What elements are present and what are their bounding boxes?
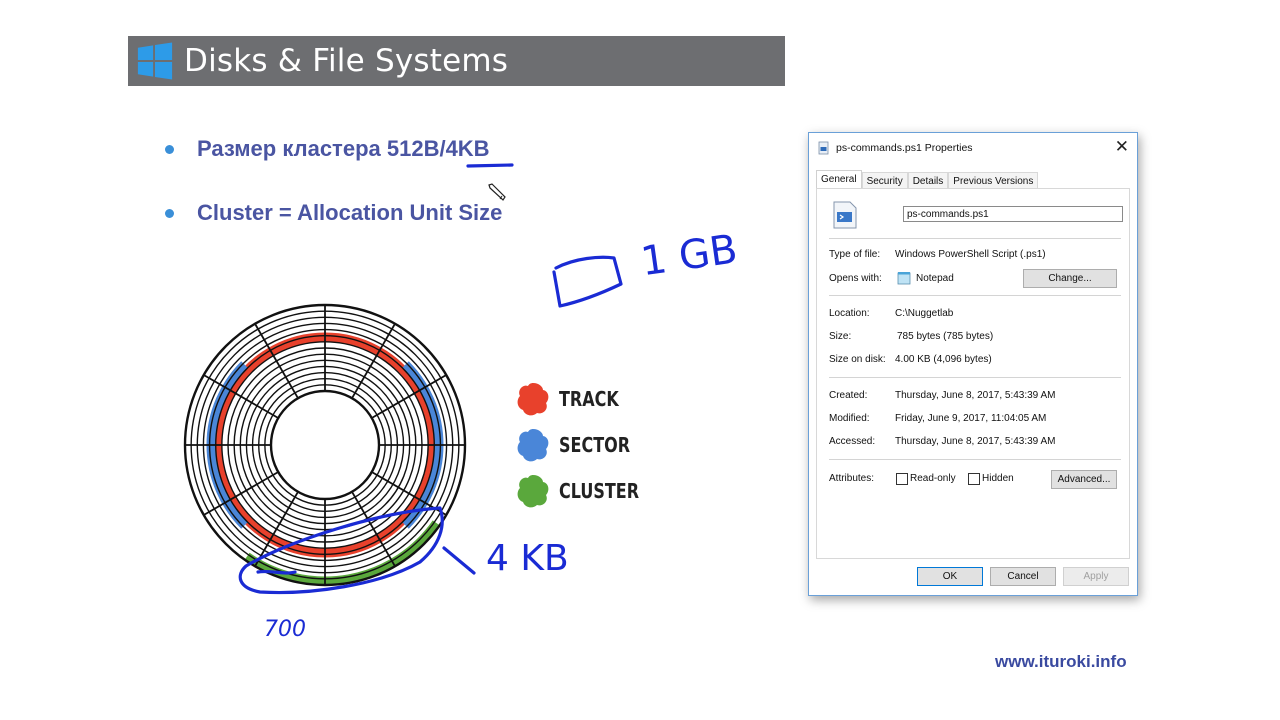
legend-label-cluster: CLUSTER — [559, 479, 640, 503]
type-of-file-label: Type of file: — [829, 249, 881, 260]
underline-4kb — [466, 163, 514, 168]
size-on-disk-value: 4.00 KB (4,096 bytes) — [895, 354, 992, 365]
close-icon[interactable]: ✕ — [1115, 137, 1129, 157]
type-of-file-value: Windows PowerShell Script (.ps1) — [895, 249, 1046, 260]
hidden-checkbox[interactable] — [968, 473, 980, 485]
bullet-dot-icon — [165, 208, 174, 218]
read-only-checkbox[interactable] — [896, 473, 908, 485]
size-on-disk-label: Size on disk: — [829, 354, 886, 365]
hidden-label: Hidden — [982, 473, 1014, 484]
modified-value: Friday, June 9, 2017, 11:04:05 AM — [895, 413, 1047, 424]
location-label: Location: — [829, 308, 870, 319]
opens-with-label: Opens with: — [829, 273, 882, 284]
windows-logo-icon — [137, 42, 173, 80]
annotation-4kb: 4 KB — [486, 538, 569, 579]
legend-label-track: TRACK — [559, 387, 619, 411]
bullet-text: Размер кластера 512B/4KB — [197, 136, 490, 161]
change-button[interactable]: Change... — [1023, 269, 1117, 288]
separator — [829, 238, 1121, 239]
bullet-dot-icon — [165, 144, 174, 154]
sector-color-swatch-icon — [517, 429, 549, 462]
dialog-title: ps-commands.ps1 Properties — [836, 142, 973, 154]
notepad-icon — [897, 272, 911, 285]
annotation-700: 700 — [264, 617, 306, 642]
powershell-file-icon — [833, 201, 857, 229]
track-line — [264, 384, 386, 506]
size-value: 785 bytes (785 bytes) — [897, 331, 994, 342]
legend-item-sector: SECTOR — [515, 427, 648, 463]
apply-button[interactable]: Apply — [1063, 567, 1129, 586]
created-label: Created: — [829, 390, 868, 401]
read-only-label: Read-only — [910, 473, 956, 484]
cancel-button[interactable]: Cancel — [990, 567, 1056, 586]
separator — [829, 295, 1121, 296]
attributes-label: Attributes: — [829, 473, 875, 484]
pen-cursor-icon — [488, 183, 506, 201]
legend-item-track: TRACK — [515, 381, 634, 417]
site-watermark: www.ituroki.info — [995, 652, 1127, 671]
size-label: Size: — [829, 331, 852, 342]
track-line — [258, 378, 392, 512]
opens-with-value: Notepad — [916, 273, 954, 284]
bullet-allocation-unit: Cluster = Allocation Unit Size — [165, 200, 502, 226]
track-line — [269, 389, 381, 501]
disk-platter-diagram — [183, 303, 467, 587]
bullet-text: Cluster = Allocation Unit Size — [197, 200, 503, 225]
legend-item-cluster: CLUSTER — [515, 473, 659, 509]
accessed-label: Accessed: — [829, 436, 876, 447]
file-name-input[interactable]: ps-commands.ps1 — [903, 206, 1123, 222]
script-file-icon — [818, 141, 829, 155]
slide-title: Disks & File Systems — [184, 43, 509, 79]
cluster-color-swatch-icon — [517, 475, 549, 508]
ok-button[interactable]: OK — [917, 567, 983, 586]
properties-dialog: ps-commands.ps1 Properties ✕ General Sec… — [808, 132, 1138, 596]
general-tab-panel: ps-commands.ps1 Type of file: Windows Po… — [816, 188, 1130, 559]
dialog-titlebar[interactable]: ps-commands.ps1 Properties ✕ — [809, 133, 1137, 163]
separator — [829, 377, 1121, 378]
created-value: Thursday, June 8, 2017, 5:43:39 AM — [895, 390, 1056, 401]
annotation-1gb: 1 GB — [638, 226, 740, 285]
modified-label: Modified: — [829, 413, 870, 424]
legend-label-sector: SECTOR — [559, 433, 631, 457]
disk-sketch — [552, 255, 623, 308]
separator — [829, 459, 1121, 460]
track-line — [251, 371, 399, 519]
advanced-button[interactable]: Advanced... — [1051, 470, 1117, 489]
location-value: C:\Nuggetlab — [895, 308, 954, 319]
bullet-cluster-size: Размер кластера 512B/4KB — [165, 136, 490, 162]
track-color-swatch-icon — [517, 383, 549, 416]
slide-header: Disks & File Systems — [128, 36, 785, 86]
accessed-value: Thursday, June 8, 2017, 5:43:39 AM — [895, 436, 1056, 447]
